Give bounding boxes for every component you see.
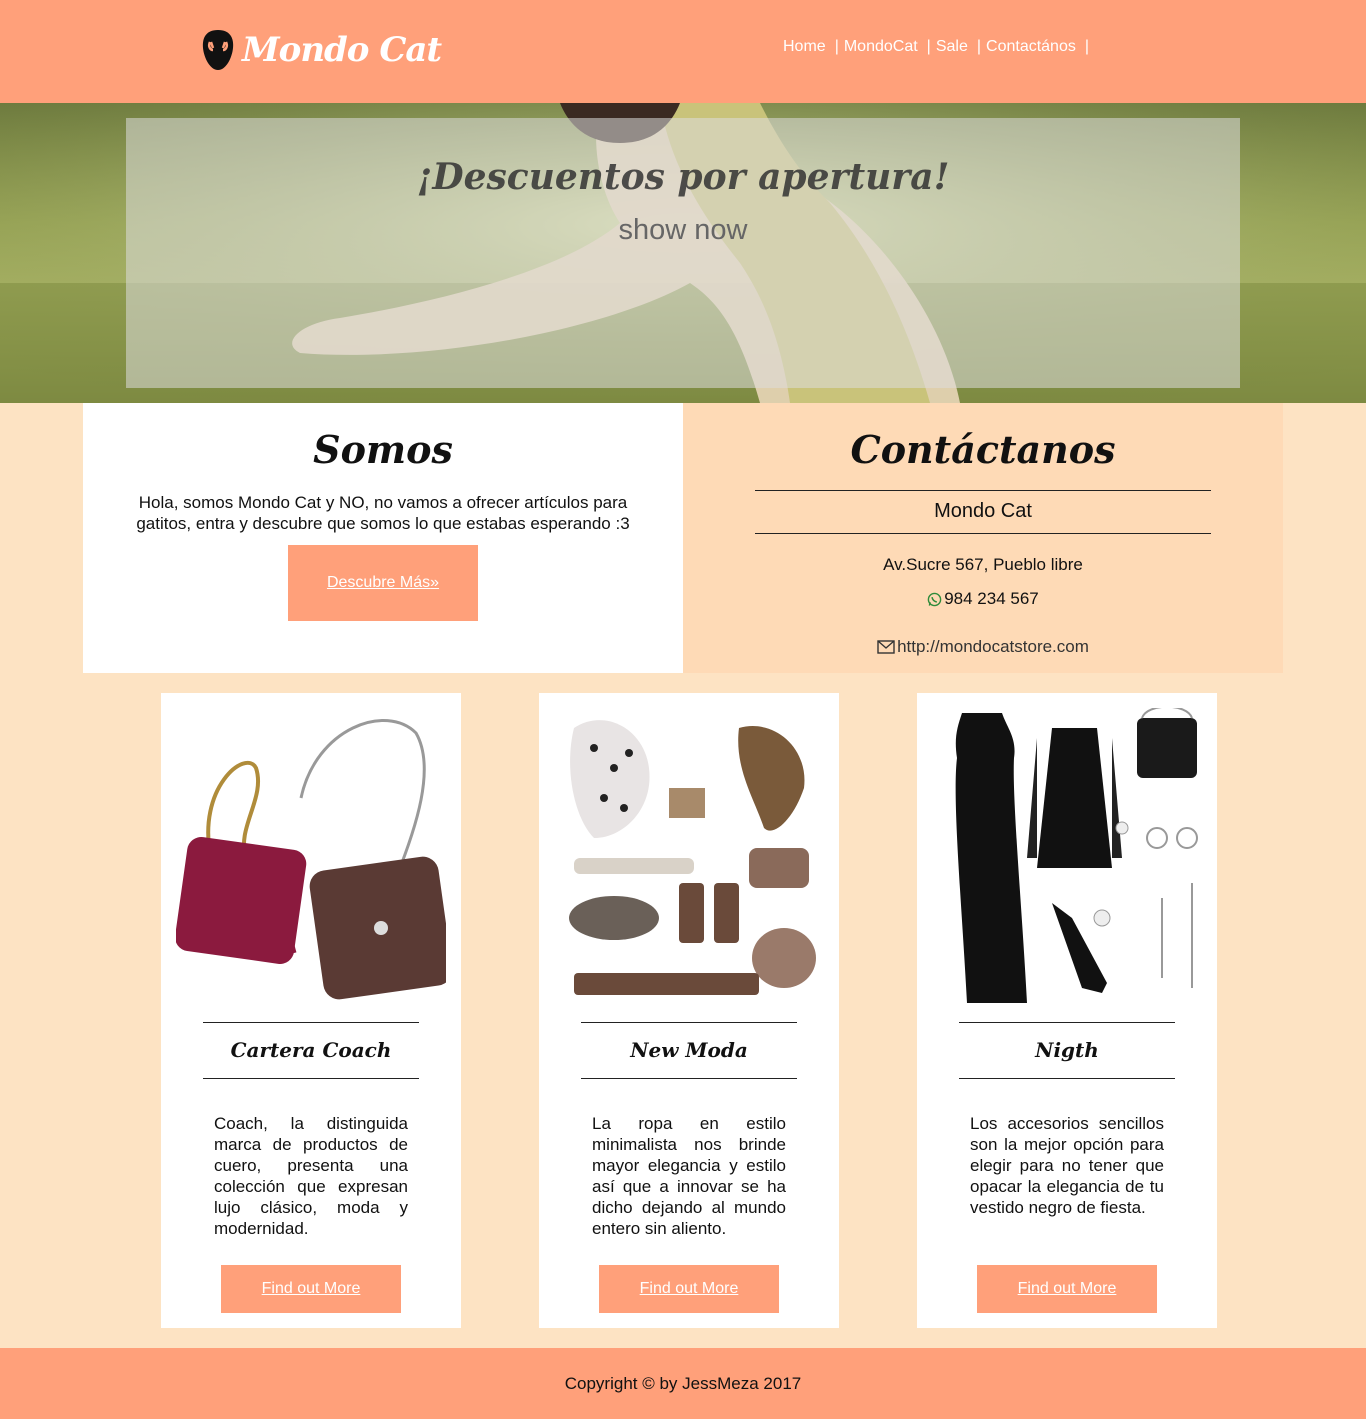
nav-mondocat[interactable]: MondoCat xyxy=(844,38,918,56)
discover-more-label: Descubre Más xyxy=(326,574,431,591)
whatsapp-icon xyxy=(927,592,942,606)
site-header: Mondo Cat Home | MondoCat | Sale | Conta… xyxy=(0,0,1366,103)
main-nav: Home | MondoCat | Sale | Contactános | xyxy=(783,38,1094,56)
card-title: New Moda xyxy=(581,1022,797,1079)
contact-company: Mondo Cat xyxy=(755,490,1211,534)
double-chevron-right-icon: » xyxy=(430,574,440,591)
phone-number: 984 234 567 xyxy=(944,589,1039,608)
website-url: http://mondocatstore.com xyxy=(897,637,1089,656)
contact-title: Contáctanos xyxy=(850,427,1116,472)
card-text: Coach, la distinguida marca de productos… xyxy=(214,1114,408,1238)
hero-banner: ¡Descuentos por apertura! show now xyxy=(0,103,1366,403)
discover-more-button[interactable]: Descubre Más» xyxy=(288,545,478,621)
card-text: Los accesorios sencillos son la mejor op… xyxy=(970,1114,1164,1217)
about-text: Hola, somos Mondo Cat y NO, no vamos a o… xyxy=(136,493,630,533)
about-title: Somos xyxy=(313,427,453,472)
contact-phone[interactable]: 984 234 567 xyxy=(683,589,1283,609)
product-image-bags xyxy=(176,719,446,1000)
product-card-nigth: Nigth Los accesorios sencillos son la me… xyxy=(917,693,1217,1328)
cat-head-icon xyxy=(202,30,234,70)
product-card-new-moda: New Moda La ropa en estilo minimalista n… xyxy=(539,693,839,1328)
copyright-text: Copyright © by JessMeza 2017 xyxy=(564,1374,802,1393)
nav-sale[interactable]: Sale xyxy=(936,38,968,56)
nav-separator: | xyxy=(834,38,839,55)
envelope-icon xyxy=(877,640,895,654)
site-footer: Copyright © by JessMeza 2017 xyxy=(0,1348,1366,1419)
nav-home[interactable]: Home xyxy=(783,38,826,56)
hero-overlay: ¡Descuentos por apertura! show now xyxy=(126,118,1240,388)
card-text: La ropa en estilo minimalista nos brinde… xyxy=(592,1114,786,1238)
find-out-more-button[interactable]: Find out More xyxy=(599,1265,779,1313)
show-now-button[interactable]: show now xyxy=(126,214,1240,247)
brand-name: Mondo Cat xyxy=(242,30,442,70)
find-out-more-button[interactable]: Find out More xyxy=(977,1265,1157,1313)
product-image-black-dress xyxy=(955,708,1198,1003)
card-title: Cartera Coach xyxy=(203,1022,419,1079)
card-title: Nigth xyxy=(959,1022,1175,1079)
brand-logo[interactable]: Mondo Cat xyxy=(200,28,442,72)
hero-title: ¡Descuentos por apertura! xyxy=(416,156,950,198)
contact-section: Contáctanos Mondo Cat Av.Sucre 567, Pueb… xyxy=(683,403,1283,673)
nav-separator: | xyxy=(976,38,982,55)
nav-separator: | xyxy=(1084,38,1090,55)
about-section: Somos Hola, somos Mondo Cat y NO, no vam… xyxy=(83,403,683,673)
find-out-more-button[interactable]: Find out More xyxy=(221,1265,401,1313)
contact-website[interactable]: http://mondocatstore.com xyxy=(683,637,1283,657)
nav-separator: | xyxy=(926,38,931,55)
nav-contact[interactable]: Contactános xyxy=(986,38,1076,56)
product-image-accessories xyxy=(569,720,816,995)
contact-address: Av.Sucre 567, Pueblo libre xyxy=(883,555,1083,574)
product-card-coach: Cartera Coach Coach, la distinguida marc… xyxy=(161,693,461,1328)
